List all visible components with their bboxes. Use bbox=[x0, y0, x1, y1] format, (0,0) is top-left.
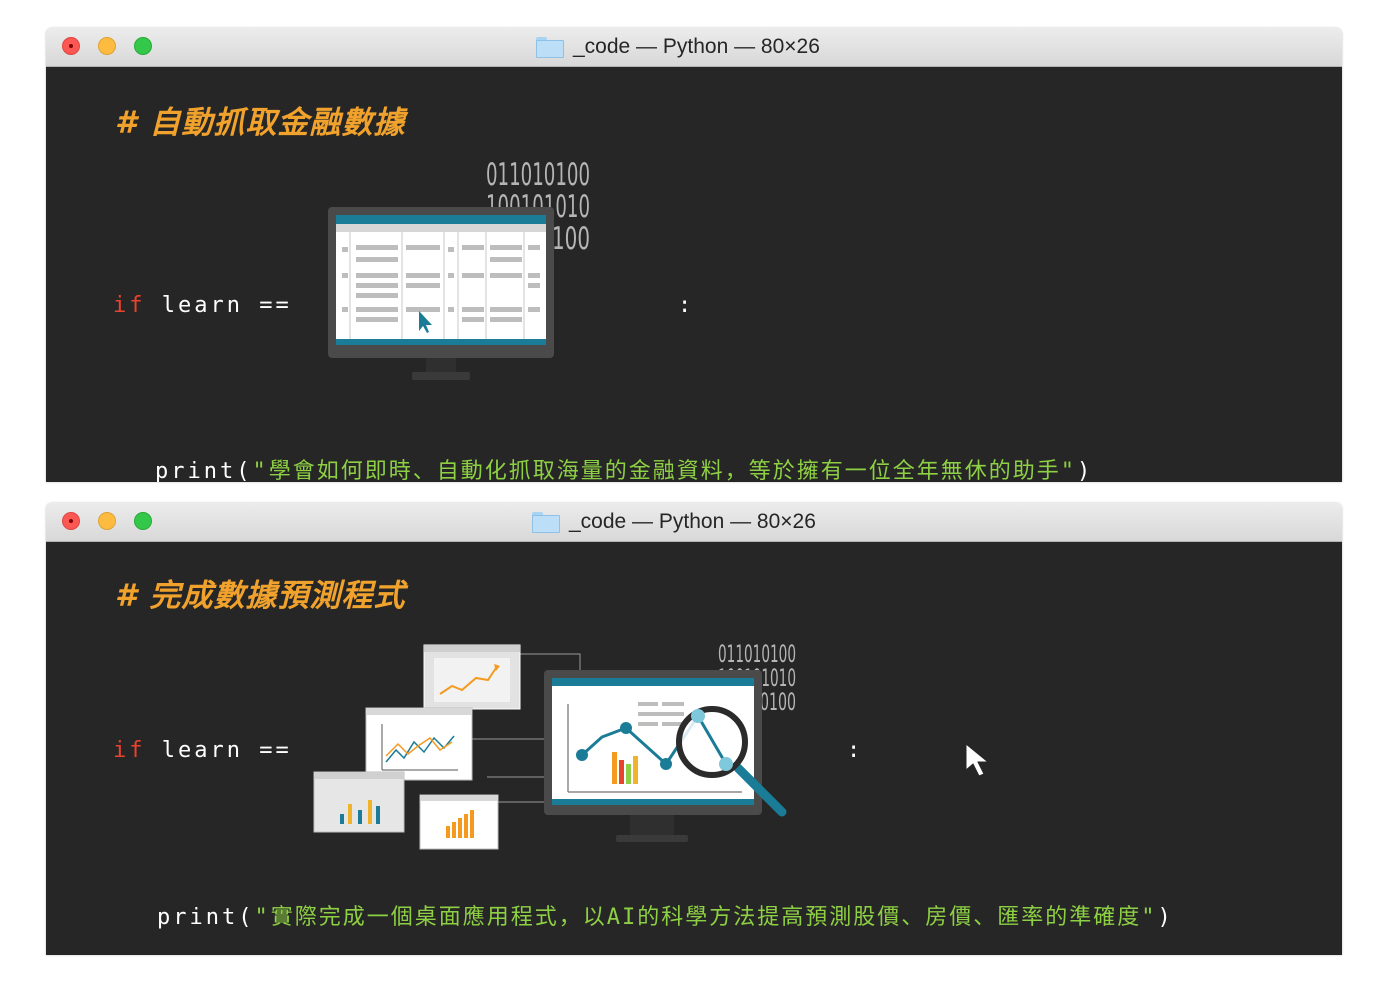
zoom-button[interactable] bbox=[134, 37, 152, 55]
multi-line-card bbox=[365, 707, 473, 781]
window-title-group: _code — Python — 80×26 bbox=[536, 28, 820, 66]
window-title: _code — Python — 80×26 bbox=[573, 35, 820, 58]
zoom-button[interactable] bbox=[134, 512, 152, 530]
paren-close: ) bbox=[1157, 905, 1174, 930]
binary-line-1: 011010100 bbox=[486, 157, 590, 193]
code-comment: # 自動抓取金融數據 bbox=[115, 105, 406, 141]
terminal-content[interactable]: # 自動抓取金融數據 011010100 100101010 100 bbox=[46, 67, 1342, 482]
print-statement: print("實際完成一個桌面應用程式，以AI的科學方法提高預測股價、房價、匯率… bbox=[157, 899, 1174, 931]
quote-open: " bbox=[254, 905, 271, 930]
print-string: 學會如何即時、自動化抓取海量的金融資料，等於擁有一位全年無休的助手 bbox=[268, 459, 1061, 482]
analytics-dashboard-icon bbox=[313, 644, 787, 850]
print-function: print bbox=[155, 459, 237, 482]
close-button[interactable] bbox=[62, 512, 80, 530]
quote-close: " bbox=[1141, 905, 1158, 930]
colon: : bbox=[678, 293, 692, 318]
code-comment: # 完成數據預測程式 bbox=[115, 578, 406, 614]
print-function: print bbox=[157, 905, 239, 930]
folder-icon bbox=[536, 36, 564, 58]
colon: : bbox=[847, 738, 861, 763]
window-title: _code — Python — 80×26 bbox=[569, 510, 816, 533]
print-statement: print("學會如何即時、自動化抓取海量的金融資料，等於擁有一位全年無休的助手… bbox=[155, 453, 1093, 482]
condition-expression: learn == bbox=[161, 293, 292, 318]
condition-expression: learn == bbox=[161, 738, 292, 763]
title-bar: _code — Python — 80×26 bbox=[46, 503, 1342, 542]
orange-bar-card bbox=[419, 794, 499, 850]
paren-open: ( bbox=[238, 905, 255, 930]
close-button[interactable] bbox=[62, 37, 80, 55]
if-statement: if learn == bbox=[113, 293, 292, 318]
print-string: 實際完成一個桌面應用程式，以AI的科學方法提高預測股價、房價、匯率的準確度 bbox=[270, 905, 1142, 930]
terminal-window-2: _code — Python — 80×26 # 完成數據預測程式 011010… bbox=[46, 503, 1342, 955]
minimize-button[interactable] bbox=[98, 37, 116, 55]
if-keyword: if bbox=[113, 293, 146, 318]
monitor-table-icon bbox=[328, 207, 554, 380]
quote-close: " bbox=[1060, 459, 1077, 482]
minimize-button[interactable] bbox=[98, 512, 116, 530]
quote-open: " bbox=[252, 459, 269, 482]
title-bar: _code — Python — 80×26 bbox=[46, 28, 1342, 67]
mouse-cursor-icon bbox=[965, 742, 990, 777]
paren-close: ) bbox=[1077, 459, 1094, 482]
window-title-group: _code — Python — 80×26 bbox=[532, 503, 816, 541]
if-statement: if learn == bbox=[113, 738, 292, 763]
line-chart-card bbox=[423, 644, 521, 710]
folder-icon bbox=[532, 511, 560, 533]
binary-line-3: 100 bbox=[552, 221, 590, 257]
bar-chart-card bbox=[313, 771, 405, 833]
terminal-content[interactable]: # 完成數據預測程式 011010100 100101010 0100 bbox=[46, 542, 1342, 955]
terminal-window-1: _code — Python — 80×26 # 自動抓取金融數據 011010… bbox=[46, 28, 1342, 482]
paren-open: ( bbox=[236, 459, 253, 482]
if-keyword: if bbox=[113, 738, 146, 763]
